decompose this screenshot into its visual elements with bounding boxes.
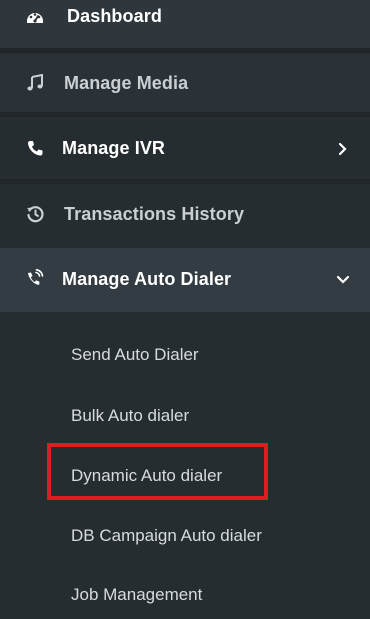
sidebar-item-transactions-history[interactable]: Transactions History: [0, 184, 370, 244]
phone-ringing-icon: [24, 268, 46, 290]
sidebar-item-manage-auto-dialer[interactable]: Manage Auto Dialer: [0, 248, 370, 312]
sidebar-item-label: Manage IVR: [62, 138, 166, 158]
sidebar-item-manage-media[interactable]: Manage Media: [0, 54, 370, 112]
sidebar-item-label: Manage Media: [64, 73, 189, 93]
music-note-icon: [24, 72, 46, 94]
phone-icon: [24, 137, 46, 159]
history-icon: [24, 203, 46, 225]
sidebar-item-manage-ivr[interactable]: Manage IVR: [0, 117, 370, 179]
submenu-item-bulk-auto-dialer[interactable]: Bulk Auto dialer: [71, 406, 189, 426]
submenu-item-db-campaign-auto-dialer[interactable]: DB Campaign Auto dialer: [71, 526, 262, 546]
sidebar-item-dashboard[interactable]: Dashboard: [0, 0, 370, 48]
submenu-item-job-management[interactable]: Job Management: [71, 585, 202, 605]
auto-dialer-submenu: Send Auto Dialer Bulk Auto dialer Dynami…: [0, 312, 370, 619]
submenu-item-send-auto-dialer[interactable]: Send Auto Dialer: [71, 345, 199, 365]
submenu-item-dynamic-auto-dialer[interactable]: Dynamic Auto dialer: [71, 466, 222, 486]
chevron-down-icon: [336, 273, 350, 287]
sidebar-item-label: Dashboard: [67, 6, 162, 26]
divider: [0, 48, 370, 53]
chevron-right-icon: [336, 142, 350, 156]
sidebar-item-label: Transactions History: [64, 204, 245, 224]
sidebar-menu: Dashboard Manage Media Manage IVR Transa…: [0, 0, 370, 619]
dashboard-icon: [24, 6, 46, 28]
sidebar-item-label: Manage Auto Dialer: [62, 269, 232, 289]
